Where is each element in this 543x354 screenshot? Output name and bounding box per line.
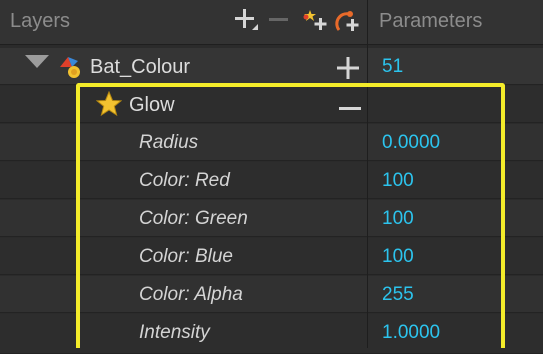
column-divider[interactable] [367,0,368,348]
panel-header: Layers Parameters [0,0,543,45]
effect-name: Glow [129,94,175,116]
effect-row[interactable]: Glow [0,86,543,123]
add-layer-icon[interactable] [232,6,262,41]
param-row-color-green[interactable]: Color: Green 100 [0,200,543,237]
param-value[interactable]: 100 [382,170,414,192]
plus-icon[interactable] [336,56,360,85]
star-icon [95,90,123,122]
param-label: Intensity [139,322,210,343]
add-effect-icon[interactable] [300,6,330,41]
param-label: Color: Green [139,208,248,229]
param-row-color-alpha[interactable]: Color: Alpha 255 [0,276,543,313]
layer-row[interactable]: Bat_Colour 51 [0,48,543,85]
param-label: Color: Alpha [139,284,243,305]
param-row-radius[interactable]: Radius 0.0000 [0,124,543,161]
param-label: Color: Blue [139,246,233,267]
remove-layer-icon[interactable] [266,6,292,41]
param-row-intensity[interactable]: Intensity 1.0000 [0,314,543,354]
param-label: Radius [139,132,199,153]
param-value[interactable]: 100 [382,208,414,230]
param-value[interactable]: 1.0000 [382,322,440,344]
bat-colour-layer-icon [58,53,84,86]
param-value[interactable]: 255 [382,284,414,306]
add-mask-icon[interactable] [333,6,363,41]
param-row-color-red[interactable]: Color: Red 100 [0,162,543,199]
minus-icon[interactable] [339,100,361,118]
param-row-color-blue[interactable]: Color: Blue 100 [0,238,543,275]
disclosure-triangle-icon[interactable] [24,54,50,75]
parameters-title: Parameters [379,10,483,32]
param-value[interactable]: 100 [382,246,414,268]
param-value[interactable]: 0.0000 [382,132,440,154]
layer-name: Bat_Colour [90,56,191,78]
layers-title: Layers [10,10,71,32]
param-label: Color: Red [139,170,230,191]
layer-value[interactable]: 51 [382,56,403,78]
